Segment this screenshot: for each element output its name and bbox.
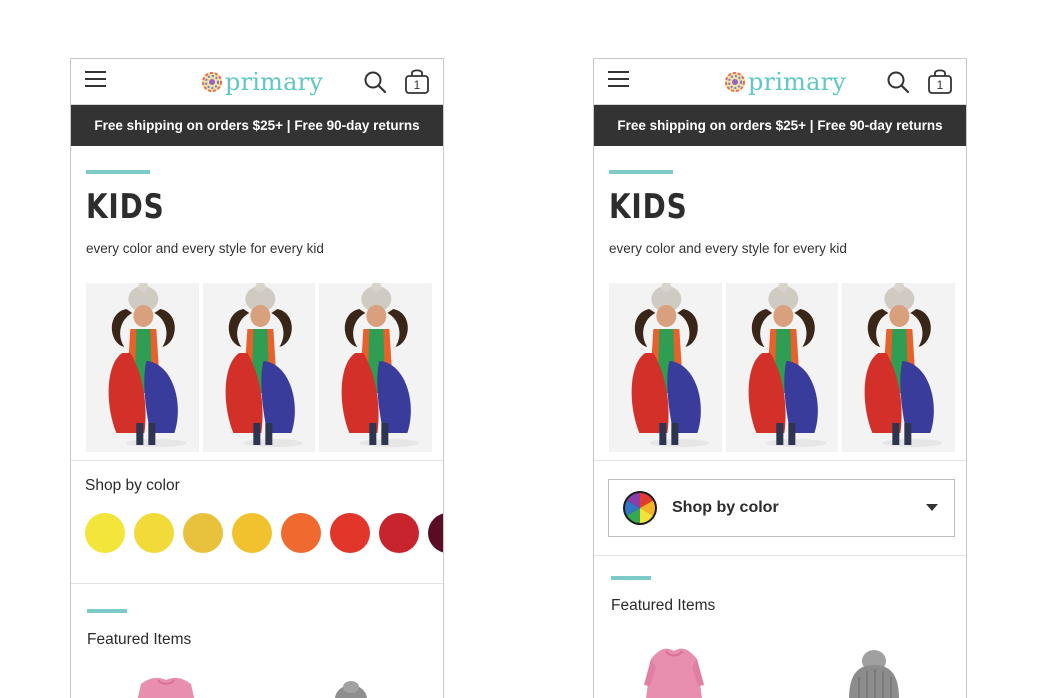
logo-wordmark: primary (225, 68, 324, 96)
section-divider (71, 583, 443, 584)
phone-variant-a: primary 1 Free shipping on orders $25+ |… (70, 58, 444, 698)
accent-bar (609, 170, 673, 174)
featured-items-heading: Featured Items (87, 631, 192, 648)
brand-logo[interactable]: primary (201, 67, 323, 97)
hamburger-menu-icon[interactable] (608, 70, 630, 88)
section-divider (594, 555, 966, 556)
shopping-bag-button[interactable]: 1 (404, 67, 430, 95)
search-icon[interactable] (886, 70, 910, 94)
site-header: primary 1 (71, 59, 443, 105)
color-swatch[interactable] (183, 513, 223, 553)
search-icon[interactable] (363, 70, 387, 94)
product-thumbnail-hat[interactable] (845, 647, 903, 698)
color-swatch[interactable] (232, 513, 272, 553)
shop-by-color-dropdown[interactable]: Shop by color (608, 479, 955, 537)
accent-bar (86, 170, 150, 174)
hero-photo-strip (86, 283, 433, 452)
page-subtitle: every color and every style for every ki… (609, 241, 847, 256)
promo-banner[interactable]: Free shipping on orders $25+ | Free 90-d… (71, 105, 443, 146)
hero-photo (842, 283, 956, 452)
section-divider (71, 460, 443, 461)
hero-photo (86, 283, 199, 452)
shopping-bag-button[interactable]: 1 (927, 67, 953, 95)
cart-count-badge: 1 (936, 78, 944, 92)
color-swatch[interactable] (428, 513, 443, 553)
featured-items-heading: Featured Items (611, 597, 716, 614)
logo-mark-icon (202, 72, 222, 92)
cart-count-badge: 1 (413, 78, 421, 92)
color-wheel-icon (623, 491, 657, 525)
product-thumbnail-hat[interactable] (333, 681, 369, 698)
logo-mark-icon (725, 72, 745, 92)
promo-banner[interactable]: Free shipping on orders $25+ | Free 90-d… (594, 105, 966, 146)
color-swatch[interactable] (379, 513, 419, 553)
section-divider (594, 460, 966, 461)
phone-variant-b: primary 1 Free shipping on orders $25+ |… (593, 58, 967, 698)
brand-logo[interactable]: primary (724, 67, 846, 97)
color-swatch[interactable] (134, 513, 174, 553)
hero-photo (319, 283, 433, 452)
chevron-down-icon (926, 504, 938, 511)
logo-wordmark: primary (748, 68, 847, 96)
page-title: KIDS (86, 187, 165, 227)
hero-photo (202, 283, 316, 452)
shop-by-color-heading: Shop by color (85, 477, 180, 494)
hero-photo-strip (609, 283, 956, 452)
hero-photo (725, 283, 839, 452)
accent-bar (611, 576, 651, 580)
product-thumbnail-dress[interactable] (642, 645, 706, 698)
color-swatch[interactable] (85, 513, 125, 553)
site-header: primary 1 (594, 59, 966, 105)
page-title: KIDS (609, 187, 688, 227)
color-swatch[interactable] (330, 513, 370, 553)
dropdown-label: Shop by color (672, 499, 779, 516)
accent-bar (87, 609, 127, 613)
hamburger-menu-icon[interactable] (85, 70, 107, 88)
color-swatch[interactable] (281, 513, 321, 553)
page-subtitle: every color and every style for every ki… (86, 241, 324, 256)
hero-photo (609, 283, 722, 452)
product-thumbnail-dress[interactable] (131, 676, 201, 698)
color-swatch-row (85, 513, 443, 553)
